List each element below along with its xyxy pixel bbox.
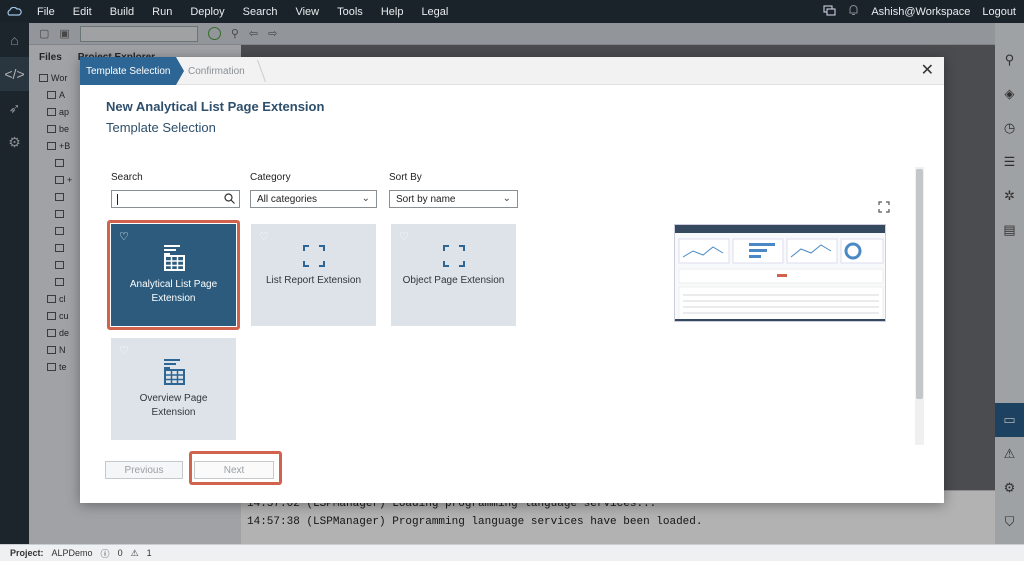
menu-help[interactable]: Help (372, 6, 413, 18)
menu-tools[interactable]: Tools (328, 6, 372, 18)
category-value: All categories (257, 193, 318, 205)
search-input[interactable] (111, 190, 240, 208)
step-separator (241, 60, 267, 82)
template-wizard-dialog: Template Selection Confirmation ✕ New An… (80, 57, 944, 503)
menu-deploy[interactable]: Deploy (181, 6, 233, 18)
text-caret (117, 194, 118, 205)
error-count[interactable]: 0 (118, 548, 123, 558)
preview-header (675, 225, 885, 233)
tile-label: Object Page Extension (402, 275, 505, 286)
step-template-selection[interactable]: Template Selection (80, 57, 176, 85)
category-label: Category (250, 172, 291, 183)
frame-icon (442, 245, 465, 267)
tile-label: List Report Extension (265, 275, 362, 286)
menu-right: Ashish@Workspace Logout (823, 4, 1024, 19)
sortby-label: Sort By (389, 172, 422, 183)
chat-icon[interactable] (823, 5, 836, 19)
step-arrow (176, 57, 184, 85)
warning-count[interactable]: 1 (147, 548, 152, 558)
selection-highlight (107, 220, 240, 330)
project-name[interactable]: ALPDemo (52, 548, 93, 558)
chevron-down-icon: ⌄ (361, 193, 370, 204)
menu-build[interactable]: Build (101, 6, 143, 18)
dialog-title: New Analytical List Page Extension (106, 99, 325, 114)
main-menu: File Edit Build Run Deploy Search View T… (28, 6, 457, 18)
user-name[interactable]: Ashish@Workspace (871, 6, 970, 18)
project-label: Project: (10, 548, 44, 558)
table-list-icon (163, 359, 185, 385)
template-tile-overview-page[interactable]: ♡ Overview Page Extension (111, 338, 236, 440)
template-tile-object-page[interactable]: ♡ Object Page Extension (391, 224, 516, 326)
preview-mockup (675, 238, 885, 321)
logout-link[interactable]: Logout (982, 6, 1016, 18)
tile-label: Overview Page Extension (139, 393, 208, 418)
warning-icon: ⚠ (130, 547, 139, 558)
chevron-down-icon: ⌄ (502, 193, 511, 204)
menu-legal[interactable]: Legal (412, 6, 457, 18)
dialog-scrollbar-thumb[interactable] (916, 169, 923, 399)
sortby-select[interactable]: Sort by name ⌄ (389, 190, 518, 208)
notification-bell-icon[interactable] (848, 4, 859, 19)
dialog-subtitle: Template Selection (106, 120, 216, 135)
menu-search[interactable]: Search (234, 6, 287, 18)
template-preview-image (674, 224, 886, 322)
menu-view[interactable]: View (286, 6, 328, 18)
frame-icon (302, 245, 325, 267)
step-confirmation[interactable]: Confirmation (188, 57, 245, 85)
menu-run[interactable]: Run (143, 6, 181, 18)
favorite-heart-icon[interactable]: ♡ (259, 230, 269, 243)
sap-logo-icon[interactable] (0, 0, 28, 23)
favorite-heart-icon[interactable]: ♡ (119, 344, 129, 357)
wizard-steps: Template Selection Confirmation ✕ (80, 57, 944, 85)
search-icon[interactable] (224, 193, 235, 207)
fullscreen-icon[interactable] (878, 201, 890, 216)
menu-edit[interactable]: Edit (64, 6, 101, 18)
favorite-heart-icon[interactable]: ♡ (399, 230, 409, 243)
search-label: Search (111, 172, 143, 183)
previous-button[interactable]: Previous (105, 461, 183, 479)
status-bar: Project: ALPDemo ⓘ 0 ⚠ 1 (0, 544, 1024, 561)
error-icon: ⓘ (100, 548, 110, 559)
menu-bar: File Edit Build Run Deploy Search View T… (0, 0, 1024, 23)
sortby-value: Sort by name (396, 193, 456, 205)
category-select[interactable]: All categories ⌄ (250, 190, 377, 208)
close-icon[interactable]: ✕ (921, 62, 934, 80)
menu-file[interactable]: File (28, 6, 64, 18)
next-button-highlight (189, 451, 282, 485)
template-tile-list-report[interactable]: ♡ List Report Extension (251, 224, 376, 326)
